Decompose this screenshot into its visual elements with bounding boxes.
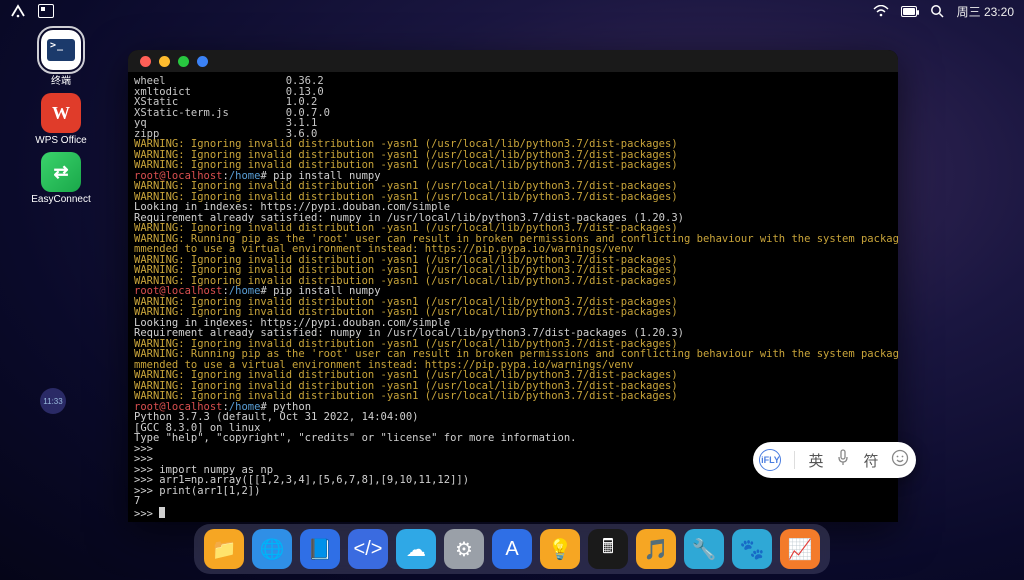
dock-files[interactable]: 📁: [204, 529, 244, 569]
menubar: 周三 23:20: [0, 0, 1024, 22]
dock-settings[interactable]: ⚙: [444, 529, 484, 569]
wifi-icon[interactable]: [873, 3, 889, 19]
ime-voice-icon[interactable]: [836, 449, 850, 471]
easyconnect-icon: ⇄: [41, 152, 81, 192]
floating-badge[interactable]: 11:33: [40, 388, 66, 414]
battery-icon[interactable]: [901, 3, 917, 19]
dock-code[interactable]: </>: [348, 529, 388, 569]
ime-logo-icon[interactable]: iFLY: [759, 449, 781, 471]
dock-music[interactable]: 🎵: [636, 529, 676, 569]
dock-cloud[interactable]: ☁: [396, 529, 436, 569]
ime-lang-button[interactable]: 英: [808, 450, 823, 471]
maximize-icon[interactable]: [178, 56, 189, 67]
extra-titlebar-icon[interactable]: [197, 56, 208, 67]
ime-emoji-icon[interactable]: [891, 449, 909, 471]
minimize-icon[interactable]: [159, 56, 170, 67]
dock-browser[interactable]: 🌐: [252, 529, 292, 569]
dock-editor[interactable]: 📘: [300, 529, 340, 569]
app-easyconnect[interactable]: ⇄ EasyConnect: [34, 152, 88, 205]
dock-chat[interactable]: 🐾: [732, 529, 772, 569]
clock-text: 周三 23:20: [957, 3, 1014, 20]
ime-symbol-button[interactable]: 符: [863, 450, 878, 471]
terminal-icon: [41, 30, 81, 70]
wps-icon: W: [41, 93, 81, 133]
app-label: WPS Office: [35, 135, 87, 146]
dock-appstore[interactable]: A: [492, 529, 532, 569]
ime-divider: [794, 451, 795, 469]
app-terminal[interactable]: 终端: [34, 30, 88, 87]
app-label: EasyConnect: [31, 194, 90, 205]
dock: 📁🌐📘</>☁⚙A💡🖩🎵🔧🐾📈: [194, 524, 830, 574]
dock-monitor[interactable]: 📈: [780, 529, 820, 569]
terminal-titlebar[interactable]: [128, 50, 898, 72]
search-icon[interactable]: [929, 3, 945, 19]
dock-calculator[interactable]: 🖩: [588, 529, 628, 569]
apple-menu-icon[interactable]: [10, 3, 26, 19]
app-label: 终端: [51, 72, 71, 87]
dock-tips[interactable]: 💡: [540, 529, 580, 569]
app-wps[interactable]: W WPS Office: [34, 93, 88, 146]
dock-tools[interactable]: 🔧: [684, 529, 724, 569]
desktop-apps: 终端 W WPS Office ⇄ EasyConnect: [34, 30, 88, 205]
close-icon[interactable]: [140, 56, 151, 67]
active-window-icon[interactable]: [38, 3, 54, 19]
ime-toolbar[interactable]: iFLY 英 符: [753, 442, 916, 478]
